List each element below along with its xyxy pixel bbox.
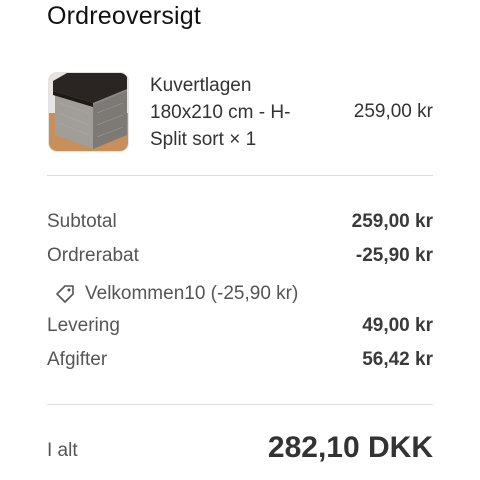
taxes-row: Afgifter 56,42 kr [47,349,433,375]
shipping-row: Levering 49,00 kr [47,315,433,341]
subtotal-row: Subtotal 259,00 kr [47,211,433,237]
discount-row: Ordrerabat -25,90 kr [47,245,433,271]
subtotal-label: Subtotal [47,211,117,232]
product-image [48,72,129,152]
discount-value: -25,90 kr [355,245,433,266]
taxes-value: 56,42 kr [362,349,433,370]
product-price: 259,00 kr [353,101,433,122]
total-value: 282,10 DKK [267,431,433,464]
order-summary-panel: Ordreoversigt Kuvertlagen 180x210 cm - H… [0,0,480,480]
divider [47,175,433,176]
tag-icon [54,283,76,305]
mattress-product-illustration [49,73,128,151]
product-name: Kuvertlagen 180x210 cm - H-Split sort × … [150,75,291,150]
taxes-label: Afgifter [47,349,108,370]
page-title: Ordreoversigt [47,2,202,30]
line-item: Kuvertlagen 180x210 cm - H-Split sort × … [47,70,433,152]
shipping-label: Levering [47,315,120,336]
discount-code-text: Velkommen10 (-25,90 kr) [85,283,299,304]
total-label: I alt [47,440,78,461]
subtotal-value: 259,00 kr [351,211,433,232]
discount-code: Velkommen10 (-25,90 kr) [54,281,298,307]
divider [47,404,433,405]
discount-label: Ordrerabat [47,245,139,266]
shipping-value: 49,00 kr [362,315,433,336]
